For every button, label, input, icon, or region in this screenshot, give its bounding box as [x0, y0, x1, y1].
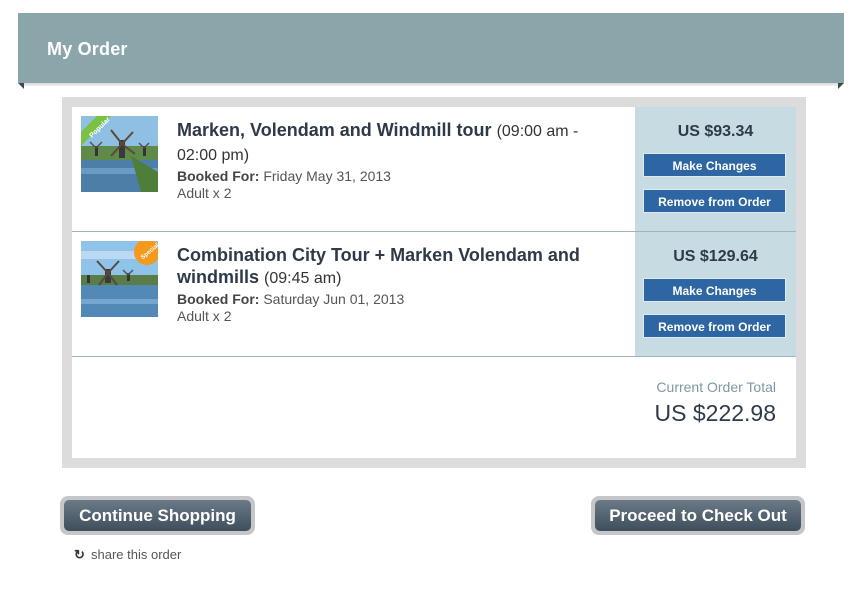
proceed-to-checkout-button[interactable]: Proceed to Check Out: [591, 496, 805, 535]
order-total-value: US $222.98: [654, 400, 776, 426]
tour-thumbnail[interactable]: Special: [81, 241, 158, 317]
popular-badge: Popular: [81, 116, 112, 146]
booked-date: Saturday Jun 01, 2013: [263, 291, 405, 307]
order-box: Popular Marken, Volendam and Windmill to…: [62, 97, 806, 468]
price-panel: US $129.64 Make Changes Remove from Orde…: [635, 232, 796, 356]
booked-for: Booked For: Saturday Jun 01, 2013: [177, 291, 622, 308]
order-item: Special Combination City Tour + Marken V…: [72, 232, 796, 357]
tour-thumbnail[interactable]: Popular: [81, 116, 158, 192]
item-name[interactable]: Marken, Volendam and Windmill tour: [177, 120, 492, 140]
page-header: My Order: [18, 13, 844, 83]
booked-for-label: Booked For:: [177, 291, 260, 307]
proceed-to-checkout-label: Proceed to Check Out: [595, 500, 801, 531]
item-price: US $129.64: [673, 248, 758, 265]
order-item: Popular Marken, Volendam and Windmill to…: [72, 107, 796, 232]
share-order-label: share this order: [91, 547, 182, 562]
item-title: Marken, Volendam and Windmill tour (09:0…: [177, 119, 622, 167]
item-name[interactable]: Combination City Tour + Marken Volendam …: [177, 245, 580, 287]
item-title: Combination City Tour + Marken Volendam …: [177, 244, 622, 290]
item-info: Combination City Tour + Marken Volendam …: [177, 244, 622, 325]
continue-shopping-label: Continue Shopping: [64, 500, 251, 531]
item-time: (09:45 am): [264, 270, 342, 287]
remove-from-order-button[interactable]: Remove from Order: [643, 189, 786, 213]
continue-shopping-button[interactable]: Continue Shopping: [60, 496, 255, 535]
ribbon-fold-right: [838, 83, 844, 89]
ribbon-shadow: [24, 83, 838, 86]
price-panel: US $93.34 Make Changes Remove from Order: [635, 107, 796, 231]
special-badge: Special: [134, 241, 158, 265]
item-price: US $93.34: [677, 123, 754, 140]
make-changes-button[interactable]: Make Changes: [643, 278, 786, 302]
order-total-label: Current Order Total: [656, 379, 776, 395]
share-order-link[interactable]: ↻ share this order: [74, 547, 181, 563]
item-info: Marken, Volendam and Windmill tour (09:0…: [177, 119, 622, 202]
remove-from-order-button[interactable]: Remove from Order: [643, 314, 786, 338]
make-changes-button[interactable]: Make Changes: [643, 153, 786, 177]
item-quantity: Adult x 2: [177, 308, 232, 324]
order-list: Popular Marken, Volendam and Windmill to…: [72, 107, 796, 458]
page-title: My Order: [47, 39, 128, 59]
item-quantity: Adult x 2: [177, 185, 232, 201]
booked-for-label: Booked For:: [177, 168, 260, 184]
booked-date: Friday May 31, 2013: [263, 168, 391, 184]
share-icon: ↻: [74, 547, 85, 562]
booked-for: Booked For: Friday May 31, 2013: [177, 168, 622, 185]
